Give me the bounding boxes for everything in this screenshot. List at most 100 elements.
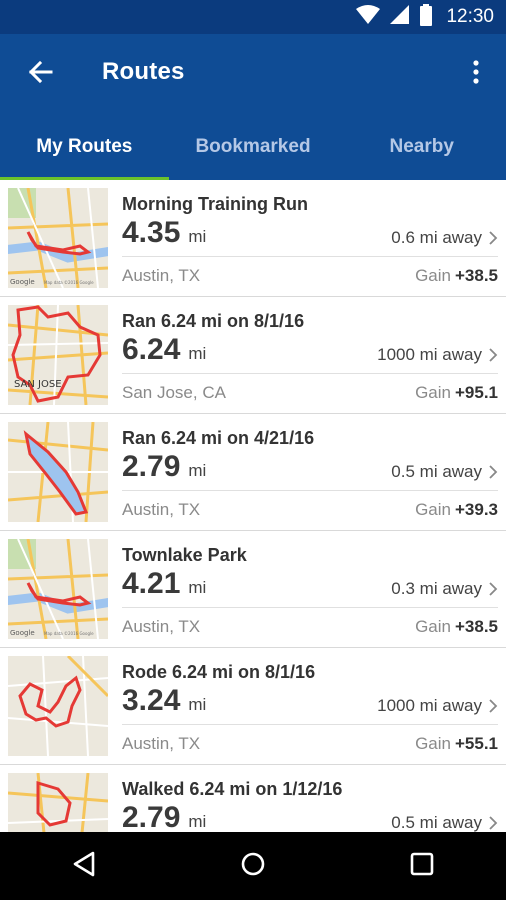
distance-away: 0.6 mi away (391, 228, 498, 248)
elevation-gain: Gain +38.5 (415, 617, 498, 637)
distance-value: 4.35 (122, 216, 181, 249)
page-title: Routes (102, 58, 185, 85)
route-distance: 2.79 mi (122, 801, 206, 832)
route-city: Austin, TX (122, 734, 201, 753)
tab-my-routes[interactable]: My Routes (0, 130, 169, 180)
distance-unit: mi (188, 461, 207, 480)
distance-unit: mi (188, 227, 207, 246)
route-name: Morning Training Run (122, 194, 308, 214)
route-city: Austin, TX (122, 500, 201, 519)
app-bar: Routes My Routes Bookmarked Nearby (0, 34, 506, 180)
gain-label: Gain (415, 500, 451, 519)
route-map-thumbnail: Google Map data ©2016 Google (8, 188, 108, 288)
route-item[interactable]: Walked 6.24 mi on 1/12/16 2.79 mi 0.5 mi… (0, 765, 506, 832)
distance-value: 2.79 (122, 450, 181, 483)
svg-text:SAN JOSE: SAN JOSE (14, 379, 62, 390)
nav-home-icon (240, 851, 266, 882)
distance-unit: mi (188, 344, 207, 363)
system-nav-bar (0, 832, 506, 900)
away-text: 1000 mi away (377, 696, 482, 715)
distance-away: 0.3 mi away (391, 579, 498, 599)
tab-bookmarked[interactable]: Bookmarked (169, 130, 338, 180)
overflow-menu-button[interactable] (464, 56, 488, 92)
arrow-left-icon (27, 60, 53, 89)
distance-unit: mi (188, 812, 207, 831)
route-item[interactable]: Ran 6.24 mi on 4/21/16 2.79 mi 0.5 mi aw… (0, 414, 506, 531)
status-icons: 12:30 (356, 0, 494, 34)
gain-label: Gain (415, 266, 451, 285)
route-info: Townlake Park 4.21 mi 0.3 mi away Austin… (122, 531, 506, 647)
route-map-thumbnail (8, 422, 108, 522)
more-vert-icon (473, 59, 479, 89)
chevron-right-icon (489, 582, 498, 596)
nav-back-button[interactable] (54, 836, 114, 896)
elevation-gain: Gain +55.1 (415, 734, 498, 754)
route-map-thumbnail: Google Map data ©2016 Google (8, 539, 108, 639)
divider (122, 607, 498, 608)
gain-value: +55.1 (454, 734, 498, 753)
distance-away: 0.5 mi away (391, 813, 498, 832)
svg-text:Map data ©2016 Google: Map data ©2016 Google (44, 280, 94, 285)
wifi-icon (356, 4, 381, 30)
away-text: 0.3 mi away (391, 579, 482, 598)
route-info: Walked 6.24 mi on 1/12/16 2.79 mi 0.5 mi… (122, 765, 506, 832)
route-name: Townlake Park (122, 545, 247, 565)
route-distance: 4.21 mi (122, 567, 206, 601)
route-name: Walked 6.24 mi on 1/12/16 (122, 779, 343, 799)
route-map-thumbnail (8, 656, 108, 756)
route-list: Google Map data ©2016 Google Morning Tra… (0, 180, 506, 832)
distance-value: 2.79 (122, 801, 181, 832)
route-item[interactable]: Rode 6.24 mi on 8/1/16 3.24 mi 1000 mi a… (0, 648, 506, 765)
battery-icon (420, 3, 433, 31)
status-bar: 12:30 (0, 0, 506, 34)
nav-recents-button[interactable] (392, 836, 452, 896)
distance-away: 1000 mi away (377, 345, 498, 365)
distance-away: 1000 mi away (377, 696, 498, 716)
chevron-right-icon (489, 816, 498, 830)
route-distance: 2.79 mi (122, 450, 206, 484)
route-item[interactable]: Google Map data ©2016 Google Townlake Pa… (0, 531, 506, 648)
divider (122, 724, 498, 725)
chevron-right-icon (489, 348, 498, 362)
away-text: 0.5 mi away (391, 813, 482, 832)
signal-icon (390, 4, 410, 30)
distance-away: 0.5 mi away (391, 462, 498, 482)
nav-home-button[interactable] (223, 836, 283, 896)
divider (122, 373, 498, 374)
route-map-thumbnail: SAN JOSE (8, 305, 108, 405)
route-info: Rode 6.24 mi on 8/1/16 3.24 mi 1000 mi a… (122, 648, 506, 764)
gain-value: +39.3 (454, 500, 498, 519)
elevation-gain: Gain +38.5 (415, 266, 498, 286)
gain-label: Gain (415, 383, 451, 402)
svg-text:Google: Google (10, 278, 35, 286)
distance-unit: mi (188, 578, 207, 597)
route-distance: 4.35 mi (122, 216, 206, 250)
elevation-gain: Gain +39.3 (415, 500, 498, 520)
gain-value: +38.5 (454, 617, 498, 636)
route-name: Ran 6.24 mi on 4/21/16 (122, 428, 315, 448)
route-name: Ran 6.24 mi on 8/1/16 (122, 311, 305, 331)
divider (122, 256, 498, 257)
back-button[interactable] (20, 54, 60, 94)
distance-value: 4.21 (122, 567, 181, 600)
distance-value: 6.24 (122, 333, 181, 366)
gain-value: +38.5 (454, 266, 498, 285)
away-text: 0.6 mi away (391, 228, 482, 247)
route-info: Morning Training Run 4.35 mi 0.6 mi away… (122, 180, 506, 296)
route-distance: 6.24 mi (122, 333, 206, 367)
svg-text:Google: Google (10, 629, 35, 637)
away-text: 1000 mi away (377, 345, 482, 364)
route-name: Rode 6.24 mi on 8/1/16 (122, 662, 316, 682)
route-distance: 3.24 mi (122, 684, 206, 718)
nav-recents-icon (410, 852, 434, 881)
divider (122, 490, 498, 491)
nav-back-icon (72, 851, 96, 882)
gain-label: Gain (415, 734, 451, 753)
route-info: Ran 6.24 mi on 4/21/16 2.79 mi 0.5 mi aw… (122, 414, 506, 530)
route-city: San Jose, CA (122, 383, 226, 402)
away-text: 0.5 mi away (391, 462, 482, 481)
route-item[interactable]: Google Map data ©2016 Google Morning Tra… (0, 180, 506, 297)
tab-nearby[interactable]: Nearby (337, 130, 506, 180)
status-time: 12:30 (446, 6, 494, 27)
route-item[interactable]: SAN JOSE Ran 6.24 mi on 8/1/16 6.24 mi 1… (0, 297, 506, 414)
